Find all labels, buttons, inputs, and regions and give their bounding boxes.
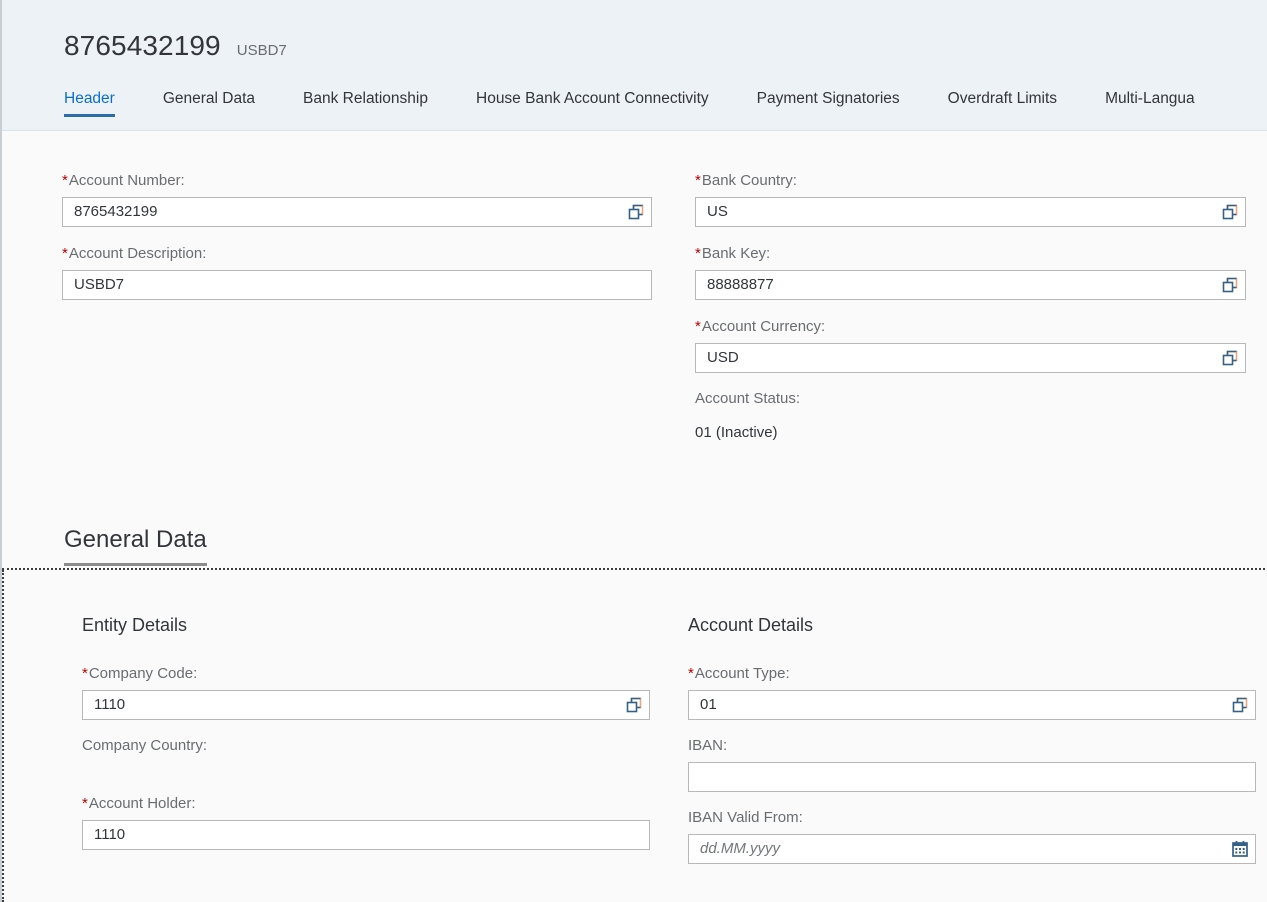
- tab-multi-language-description-label: Multi-Langua: [1105, 90, 1195, 107]
- general-data-section-title: General Data: [64, 526, 207, 566]
- account-description-value: USBD7: [63, 271, 651, 299]
- tab-bank-relationship[interactable]: Bank Relationship: [303, 89, 454, 117]
- header-form-right-column: *Bank Country: US: [695, 169, 1253, 454]
- field-account-description: *Account Description: USBD7: [62, 242, 650, 300]
- tab-bar: Header General Data Bank Relationship Ho…: [2, 89, 1267, 131]
- value-help-icon[interactable]: [621, 198, 651, 226]
- account-number-input[interactable]: 8765432199: [62, 197, 652, 227]
- required-indicator: *: [695, 245, 702, 262]
- field-bank-key-label: *Bank Key:: [695, 242, 1246, 266]
- required-indicator: *: [82, 795, 89, 812]
- tab-payment-signatories[interactable]: Payment Signatories: [757, 89, 926, 117]
- entity-details-title: Entity Details: [82, 614, 650, 636]
- page-title: 8765432199: [64, 30, 221, 62]
- required-indicator: *: [82, 665, 89, 682]
- field-bank-country: *Bank Country: US: [695, 169, 1246, 227]
- account-currency-input[interactable]: USD: [695, 343, 1246, 373]
- required-indicator: *: [62, 245, 69, 262]
- field-company-country-label: Company Country:: [82, 734, 650, 758]
- value-help-icon[interactable]: [1215, 271, 1245, 299]
- field-account-number-label: *Account Number:: [62, 169, 650, 193]
- company-country-value: [82, 762, 650, 768]
- field-iban-valid-from: IBAN Valid From: dd.MM.yyyy: [688, 806, 1256, 864]
- tab-overdraft-limits[interactable]: Overdraft Limits: [948, 89, 1083, 117]
- field-iban: IBAN:: [688, 734, 1256, 792]
- tab-bank-relationship-label: Bank Relationship: [303, 90, 428, 107]
- bank-key-input[interactable]: 88888877: [695, 270, 1246, 300]
- object-page-content: *Account Number: 8765432199: [0, 131, 1267, 902]
- object-page-header: 8765432199 USBD7 Header General Data Ban…: [0, 0, 1267, 131]
- tab-multi-language-description[interactable]: Multi-Langua: [1105, 89, 1221, 117]
- account-number-value: 8765432199: [63, 198, 621, 226]
- iban-input[interactable]: [688, 762, 1256, 792]
- field-company-code: *Company Code: 1110: [82, 662, 650, 720]
- field-account-status: Account Status: 01 (Inactive): [695, 387, 1246, 445]
- bank-key-value: 88888877: [696, 271, 1215, 299]
- field-bank-key: *Bank Key: 88888877: [695, 242, 1246, 300]
- field-account-currency-label: *Account Currency:: [695, 315, 1246, 339]
- field-account-status-label: Account Status:: [695, 387, 1246, 411]
- calendar-icon[interactable]: [1225, 835, 1255, 863]
- account-currency-value: USD: [696, 344, 1215, 372]
- tab-general-data-label: General Data: [163, 90, 255, 107]
- account-status-value: 01 (Inactive): [695, 415, 1246, 445]
- tab-overdraft-limits-label: Overdraft Limits: [948, 90, 1057, 107]
- iban-valid-from-placeholder: dd.MM.yyyy: [689, 835, 1225, 863]
- required-indicator: *: [695, 318, 702, 335]
- account-holder-input[interactable]: 1110: [82, 820, 650, 850]
- field-company-country: Company Country:: [82, 734, 650, 768]
- field-company-code-label: *Company Code:: [82, 662, 650, 686]
- value-help-icon[interactable]: [1215, 198, 1245, 226]
- entity-details-group: Entity Details *Company Code: 1110: [82, 614, 672, 859]
- value-help-icon[interactable]: [1225, 691, 1255, 719]
- field-account-number: *Account Number: 8765432199: [62, 169, 650, 227]
- iban-valid-from-input[interactable]: dd.MM.yyyy: [688, 834, 1256, 864]
- page-subtitle: USBD7: [237, 42, 287, 59]
- required-indicator: *: [688, 665, 695, 682]
- tab-header-label: Header: [64, 90, 115, 107]
- header-facet-section: *Account Number: 8765432199: [2, 131, 1267, 570]
- account-details-title: Account Details: [688, 614, 1256, 636]
- account-details-group: Account Details *Account Type: 01: [688, 614, 1246, 873]
- field-account-holder-label: *Account Holder:: [82, 792, 650, 816]
- value-help-icon[interactable]: [1215, 344, 1245, 372]
- account-type-value: 01: [689, 691, 1225, 719]
- bank-country-value: US: [696, 198, 1215, 226]
- tab-header[interactable]: Header: [64, 89, 115, 117]
- account-description-input[interactable]: USBD7: [62, 270, 652, 300]
- tab-house-bank-account-connectivity-label: House Bank Account Connectivity: [476, 90, 709, 107]
- value-help-icon[interactable]: [619, 691, 649, 719]
- field-account-holder: *Account Holder: 1110: [82, 792, 650, 850]
- account-type-input[interactable]: 01: [688, 690, 1256, 720]
- company-code-input[interactable]: 1110: [82, 690, 650, 720]
- required-indicator: *: [62, 172, 69, 189]
- general-data-section: Entity Details *Company Code: 1110: [2, 570, 1267, 902]
- field-iban-label: IBAN:: [688, 734, 1256, 758]
- field-iban-valid-from-label: IBAN Valid From:: [688, 806, 1256, 830]
- required-indicator: *: [695, 172, 702, 189]
- tab-general-data[interactable]: General Data: [163, 89, 281, 117]
- field-account-type: *Account Type: 01: [688, 662, 1256, 720]
- field-bank-country-label: *Bank Country:: [695, 169, 1246, 193]
- tab-payment-signatories-label: Payment Signatories: [757, 90, 900, 107]
- account-holder-value: 1110: [83, 821, 649, 849]
- title-row: 8765432199 USBD7: [64, 30, 287, 62]
- field-account-currency: *Account Currency: USD: [695, 315, 1246, 373]
- header-form-left-column: *Account Number: 8765432199: [62, 169, 652, 309]
- field-account-type-label: *Account Type:: [688, 662, 1256, 686]
- company-code-value: 1110: [83, 691, 619, 719]
- bank-country-input[interactable]: US: [695, 197, 1246, 227]
- field-account-description-label: *Account Description:: [62, 242, 650, 266]
- tab-house-bank-account-connectivity[interactable]: House Bank Account Connectivity: [476, 89, 735, 117]
